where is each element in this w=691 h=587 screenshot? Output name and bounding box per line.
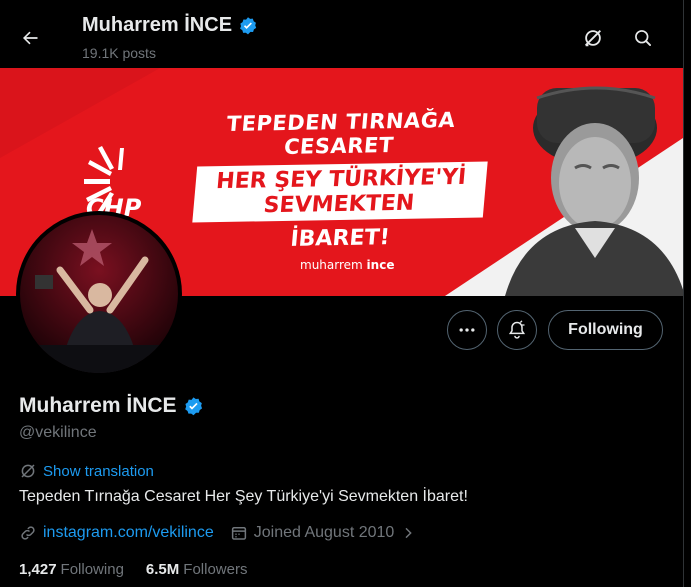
profile-bio: Tepeden Tırnağa Cesaret Her Şey Türkiye'… <box>19 488 468 505</box>
search-icon <box>635 30 651 46</box>
back-button[interactable] <box>12 20 48 56</box>
show-translation-link[interactable]: Show translation <box>19 462 154 480</box>
profile-website-text: instagram.com/vekilince <box>43 524 214 541</box>
translate-icon <box>21 464 35 478</box>
more-button[interactable] <box>447 310 487 350</box>
avatar-image <box>20 215 178 373</box>
profile-name-row: Muharrem İNCE <box>19 394 204 418</box>
profile-header: Muharrem İNCE 19.1K posts <box>0 0 683 68</box>
grok-button[interactable] <box>575 20 611 56</box>
brand-first: muharrem <box>300 258 367 272</box>
profile-page: Muharrem İNCE 19.1K posts CHP TEPEDEN TI… <box>0 0 683 587</box>
joined-date[interactable]: Joined August 2010 <box>230 524 417 542</box>
slogan-line-2: HER ŞEY TÜRKİYE'Yİ SEVMEKTEN <box>192 161 488 223</box>
banner-slogan: TEPEDEN TIRNAĞA CESARET HER ŞEY TÜRKİYE'… <box>192 108 488 252</box>
followers-label: Followers <box>183 561 248 578</box>
search-button[interactable] <box>625 20 661 56</box>
following-button[interactable]: Following <box>548 310 663 350</box>
following-count-link[interactable]: 1,427 Following <box>19 561 124 578</box>
slogan-line-1: TEPEDEN TIRNAĞA CESARET <box>225 108 457 159</box>
back-arrow-icon <box>23 31 38 45</box>
banner-portrait-image <box>505 86 683 296</box>
notifications-button[interactable] <box>497 310 537 350</box>
link-icon <box>21 526 35 540</box>
banner-brand: muharrem ince <box>300 258 394 272</box>
post-count: 19.1K posts <box>82 45 156 61</box>
followers-count: 6.5M <box>145 561 180 578</box>
following-count: 1,427 <box>19 561 57 578</box>
header-title: Muharrem İNCE <box>82 14 258 37</box>
slogan-line-3: İBARET! <box>289 225 391 252</box>
profile-name: Muharrem İNCE <box>19 394 177 417</box>
verified-badge-icon <box>240 16 257 34</box>
profile-website-link[interactable]: instagram.com/vekilince <box>19 524 214 542</box>
profile-handle: @vekilince <box>19 424 97 441</box>
profile-meta: instagram.com/vekilince Joined August 20… <box>19 524 416 542</box>
more-icon <box>459 328 475 332</box>
outer-gutter <box>684 0 691 587</box>
profile-avatar[interactable] <box>16 211 182 377</box>
notification-bell-icon <box>508 320 526 339</box>
followers-count-link[interactable]: 6.5M Followers <box>146 561 248 578</box>
joined-date-text: Joined August 2010 <box>253 524 395 541</box>
follow-stats: 1,427 Following 6.5M Followers <box>19 561 247 578</box>
show-translation-label: Show translation <box>43 462 154 480</box>
verified-badge-icon[interactable] <box>183 396 204 417</box>
grok-icon <box>585 30 601 47</box>
header-name: Muharrem İNCE <box>82 14 233 36</box>
following-label: Following <box>60 561 124 578</box>
calendar-icon <box>231 527 246 540</box>
chevron-right-icon <box>405 527 413 539</box>
brand-second: ince <box>366 258 395 272</box>
